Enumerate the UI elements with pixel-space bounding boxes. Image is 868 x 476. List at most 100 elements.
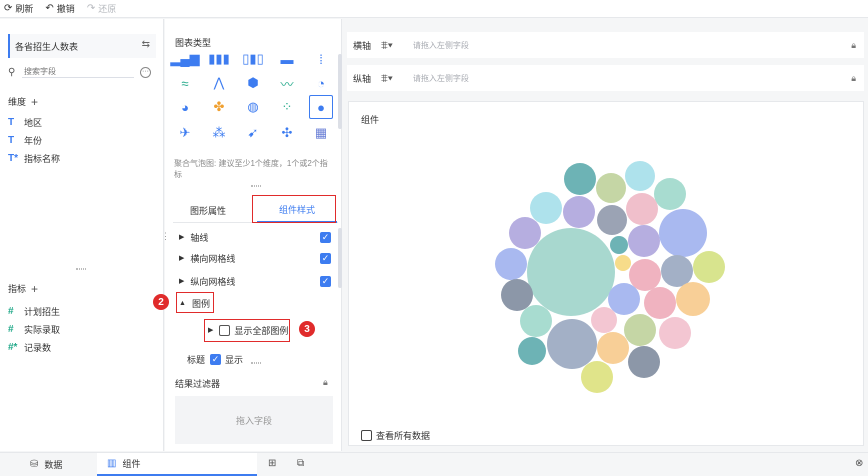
dimension-field-label: 地区 <box>24 118 43 128</box>
result-filter-title: 结果过滤器 <box>175 379 221 389</box>
property-checkbox[interactable]: ✓ <box>320 275 331 287</box>
dataset-selector[interactable]: 各省招生人数表 ⇆ <box>8 34 156 58</box>
expand-arrow-icon: ▶ <box>179 234 185 241</box>
top-toolbar: ⟳ 刷新 ↶ 撤销 ↷ 还原 <box>0 0 868 18</box>
switch-dataset-icon[interactable]: ⇆ <box>142 39 150 50</box>
view-all-data-option[interactable]: 查看所有数据 <box>361 429 430 442</box>
measure-field[interactable]: # 实际录取 <box>8 323 60 336</box>
dimension-field[interactable]: T* 指标名称 <box>8 152 60 165</box>
property-row[interactable]: ▶ 纵向网格线 ✓ <box>179 272 331 290</box>
view-all-label: 查看所有数据 <box>376 431 431 441</box>
property-row[interactable]: ▶ 轴线 ✓ <box>179 228 331 246</box>
property-checkbox[interactable]: ✓ <box>320 252 331 264</box>
number-field-icon: # <box>8 324 14 335</box>
chart-type-scrollbar[interactable] <box>338 54 342 129</box>
property-label: 横向网格线 <box>190 253 236 264</box>
tab-data[interactable]: ⛁ 数据 <box>20 453 90 476</box>
measure-field[interactable]: #* 记录数 <box>8 341 51 354</box>
field-search: ⚲ ··· <box>8 64 156 80</box>
filter-placeholder: 拖入字段 <box>235 415 272 426</box>
area-chart-icon[interactable]: 〰 <box>275 71 299 95</box>
refresh-icon: ⟳ <box>4 3 13 14</box>
field-panel: 各省招生人数表 ⇆ ⚲ ··· 维度 + T 地区 T 年份 T* 指标名称 指… <box>0 19 164 451</box>
axis-settings-icon[interactable]: ⩨▾ <box>381 38 393 53</box>
flow-map-icon[interactable]: ➹ <box>241 121 265 145</box>
property-checkbox[interactable]: ✓ <box>320 231 331 243</box>
property-scrollbar[interactable] <box>338 228 342 288</box>
add-dashboard-icon[interactable]: ⊞ <box>268 458 276 469</box>
field-search-input[interactable] <box>22 66 134 78</box>
annotation-box <box>176 292 214 313</box>
section-resize-handle[interactable] <box>251 362 261 364</box>
annotation-box <box>252 195 336 223</box>
result-filter-dropzone[interactable]: 拖入字段 <box>175 396 333 444</box>
number-field-icon: #* <box>8 342 18 353</box>
tab-component[interactable]: ▥ 组件 <box>97 453 257 476</box>
title-show-label: 显示 <box>225 354 244 365</box>
line-chart-icon[interactable]: ⋀ <box>207 71 231 95</box>
title-property-row[interactable]: 标题 ✓ 显示 <box>187 350 267 368</box>
measure-field[interactable]: # 计划招生 <box>8 305 60 318</box>
chart-type-hint: 聚合气泡图: 建议至少1个维度，1个或2个指标 <box>174 159 328 179</box>
heat-map-icon[interactable]: ✣ <box>275 121 299 145</box>
expand-arrow-icon: ▶ <box>179 278 185 285</box>
lock-icon[interactable]: 🔒︎ <box>851 40 856 51</box>
view-all-checkbox[interactable] <box>361 430 372 441</box>
lock-icon[interactable]: 🔒︎ <box>851 73 856 84</box>
radar-chart-icon[interactable]: ⬢ <box>241 71 265 95</box>
donut-chart-icon[interactable]: ◍ <box>241 95 265 119</box>
redo-label: 还原 <box>98 4 117 14</box>
add-component-icon[interactable]: ⧉ <box>297 458 304 469</box>
tab-graphic-properties[interactable]: 图形属性 <box>173 197 243 223</box>
refresh-label: 刷新 <box>15 4 34 14</box>
stacked-column-icon[interactable]: ▯▮▯ <box>241 47 265 71</box>
measure-section-title: 指标 + <box>8 282 38 295</box>
measure-field-label: 实际录取 <box>24 325 61 335</box>
scatter-chart-icon[interactable]: ⁘ <box>275 95 299 119</box>
pie-chart-icon[interactable]: ◕ <box>173 95 197 119</box>
chart-config-panel: 图表类型 ▂▄▆ ▮▮▮ ▯▮▯ ▬ ⁞ ≈ ⋀ ⬢ 〰 ◔ ◕ ✤ ◍ ⁘ ●… <box>165 19 342 451</box>
add-measure-icon[interactable]: + <box>31 283 38 295</box>
more-options-icon[interactable]: ··· <box>140 66 151 78</box>
dimension-section-title: 维度 + <box>8 95 38 108</box>
x-axis-placeholder: 请拖入左侧字段 <box>412 40 469 50</box>
y-axis-placeholder: 请拖入左侧字段 <box>412 73 469 83</box>
region-map-icon[interactable]: ▦ <box>309 121 333 145</box>
area-line-icon[interactable]: ≈ <box>173 71 197 95</box>
text-field-icon: T* <box>8 153 18 164</box>
gauge-chart-icon[interactable]: ◔ <box>309 71 333 95</box>
annotation-badge: 2 <box>153 294 169 310</box>
x-axis-dropzone[interactable]: 横轴 ⩨▾ 请拖入左侧字段 🔒︎ <box>347 32 864 58</box>
property-row[interactable]: ▶ 横向网格线 ✓ <box>179 249 331 267</box>
lock-icon[interactable]: 🔒︎ <box>323 377 328 388</box>
panel-collapse-handle[interactable]: ⋮ <box>161 231 170 242</box>
y-axis-dropzone[interactable]: 纵轴 ⩨▾ 请拖入左侧字段 🔒︎ <box>347 65 864 91</box>
dimension-field[interactable]: T 地区 <box>8 116 42 129</box>
component-card: 组件 查看所有数据 <box>348 101 864 446</box>
bar-chart-icon[interactable]: ▂▄▆ <box>170 47 199 71</box>
panel-resize-handle[interactable] <box>76 268 86 270</box>
annotation-badge: 3 <box>299 321 315 337</box>
column-chart-icon[interactable]: ▮▮▮ <box>207 47 231 71</box>
redo-button[interactable]: ↷ 还原 <box>87 2 116 15</box>
annotation-box <box>204 319 290 342</box>
section-resize-handle[interactable] <box>251 185 261 187</box>
axis-settings-icon[interactable]: ⩨▾ <box>381 71 393 86</box>
number-field-icon: # <box>8 306 14 317</box>
aggregate-bubble-chart-icon[interactable]: ● <box>309 95 333 119</box>
map-chart-icon[interactable]: ✈ <box>173 121 197 145</box>
add-dimension-icon[interactable]: + <box>31 96 38 108</box>
rose-chart-icon[interactable]: ✤ <box>207 95 231 119</box>
title-label: 标题 <box>187 354 206 365</box>
undo-icon: ↶ <box>45 3 54 14</box>
grouped-bar-icon[interactable]: ▬ <box>275 47 299 71</box>
point-map-icon[interactable]: ⁂ <box>207 121 231 145</box>
undo-button[interactable]: ↶ 撤销 <box>45 2 74 15</box>
collapse-icon[interactable]: ⊗ <box>855 458 863 469</box>
title-show-checkbox[interactable]: ✓ <box>210 353 222 365</box>
dimension-field-label: 年份 <box>24 136 43 146</box>
dimension-field-label: 指标名称 <box>24 154 61 164</box>
refresh-button[interactable]: ⟳ 刷新 <box>4 2 33 15</box>
range-chart-icon[interactable]: ⁞ <box>309 47 333 71</box>
dimension-field[interactable]: T 年份 <box>8 134 42 147</box>
